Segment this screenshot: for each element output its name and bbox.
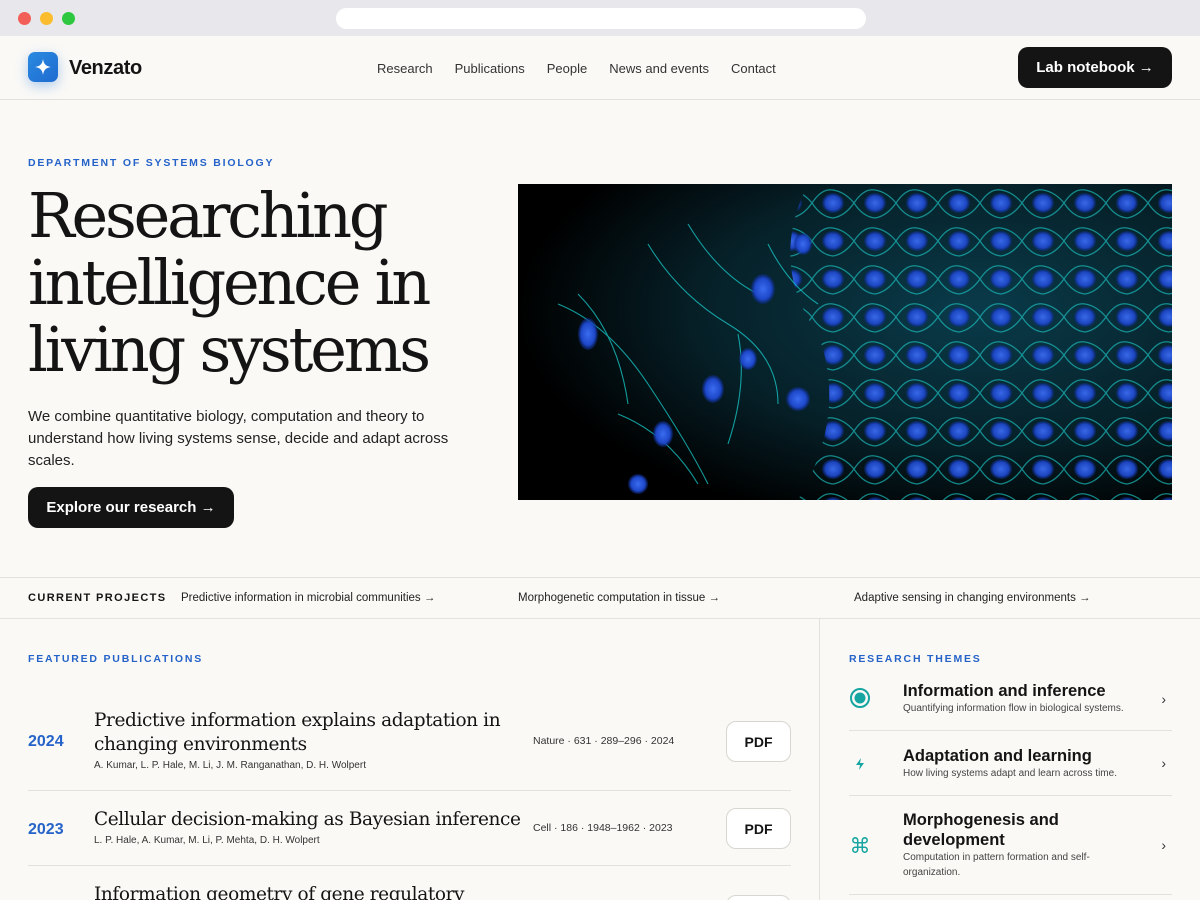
brand-name[interactable]: Venzato — [69, 57, 142, 80]
current-projects-bar: CURRENT PROJECTS Predictive information … — [0, 577, 1200, 619]
chevron-right-icon: › — [1161, 755, 1166, 771]
publication-title[interactable]: Predictive information explains adaptati… — [94, 709, 514, 757]
hero-title-line: Researching — [28, 179, 389, 252]
publication-authors: A. Kumar, L. P. Hale, M. Li, J. M. Ranga… — [94, 760, 366, 771]
address-bar[interactable] — [336, 8, 866, 29]
theme-item-morphogenesis-and-development[interactable]: ⌘ Morphogenesis and development Computat… — [849, 796, 1172, 895]
theme-description: Computation in pattern formation and sel… — [903, 852, 1090, 878]
minimize-window-button[interactable] — [40, 12, 53, 25]
publication-journal: Nature · 631 · 289–296 · 2024 — [533, 735, 675, 747]
sparkle-icon — [35, 59, 51, 75]
target-icon — [849, 687, 871, 709]
hero-description: We combine quantitative biology, computa… — [28, 408, 449, 469]
chevron-right-icon: › — [1161, 837, 1166, 853]
nav-item-people[interactable]: People — [547, 61, 587, 76]
theme-item-information-and-inference[interactable]: Information and inference Quantifying in… — [849, 675, 1172, 731]
theme-title: Information and inference — [903, 682, 1106, 700]
explore-research-button[interactable]: Explore our research → — [28, 487, 234, 528]
lightning-icon — [849, 753, 871, 775]
column-divider — [819, 619, 820, 900]
publication-year: 2024 — [28, 733, 64, 750]
featured-publications-heading: FEATURED PUBLICATIONS — [28, 653, 204, 665]
main-nav: Research Publications People News and ev… — [377, 61, 798, 76]
publication-title[interactable]: Information geometry of gene regulatory — [94, 883, 534, 900]
pdf-button[interactable]: PDF — [726, 721, 791, 762]
project-link[interactable]: Morphogenetic computation in tissue → — [518, 592, 720, 604]
nav-item-news-and-events[interactable]: News and events — [609, 61, 709, 76]
nav-item-research[interactable]: Research — [377, 61, 433, 76]
logo-icon[interactable] — [28, 52, 58, 82]
theme-item-adaptation-and-learning[interactable]: Adaptation and learning How living syste… — [849, 731, 1172, 796]
lab-notebook-button[interactable]: Lab notebook → — [1018, 47, 1172, 88]
pdf-button[interactable]: PDF — [726, 808, 791, 849]
chevron-right-icon: › — [1161, 691, 1166, 707]
publication-title[interactable]: Cellular decision-making as Bayesian inf… — [94, 808, 534, 832]
hero-title-line: living systems — [28, 313, 431, 386]
site-header: Venzato Research Publications People New… — [0, 36, 1200, 100]
hero-microscopy-image — [518, 184, 1172, 500]
theme-description: How living systems adapt and learn acros… — [903, 768, 1117, 779]
publication-year: 2023 — [28, 821, 64, 838]
publication-row[interactable]: Information geometry of gene regulatory — [28, 866, 791, 900]
current-projects-label: CURRENT PROJECTS — [28, 592, 167, 604]
publication-row[interactable]: 2023 Cellular decision-making as Bayesia… — [28, 791, 791, 866]
nav-item-contact[interactable]: Contact — [731, 61, 776, 76]
theme-title: Adaptation and learning — [903, 747, 1092, 765]
close-window-button[interactable] — [18, 12, 31, 25]
publication-journal: Cell · 186 · 1948–1962 · 2023 — [533, 822, 673, 834]
browser-chrome — [0, 0, 1200, 36]
hero-eyebrow: DEPARTMENT OF SYSTEMS BIOLOGY — [28, 157, 275, 169]
project-link[interactable]: Adaptive sensing in changing environment… — [854, 592, 1091, 604]
theme-description: Quantifying information flow in biologic… — [903, 703, 1124, 714]
hero-title: Researching intelligence in living syste… — [28, 182, 508, 383]
command-icon: ⌘ — [849, 834, 871, 858]
hero-title-line: intelligence in — [28, 246, 431, 319]
maximize-window-button[interactable] — [62, 12, 75, 25]
publication-authors: L. P. Hale, A. Kumar, M. Li, P. Mehta, D… — [94, 835, 320, 846]
publication-row[interactable]: 2024 Predictive information explains ada… — [28, 700, 791, 791]
nav-item-publications[interactable]: Publications — [455, 61, 525, 76]
project-link[interactable]: Predictive information in microbial comm… — [181, 592, 435, 604]
theme-title: Morphogenesis and development — [903, 811, 1059, 849]
pdf-button[interactable] — [726, 895, 791, 900]
research-themes-heading: RESEARCH THEMES — [849, 653, 982, 665]
